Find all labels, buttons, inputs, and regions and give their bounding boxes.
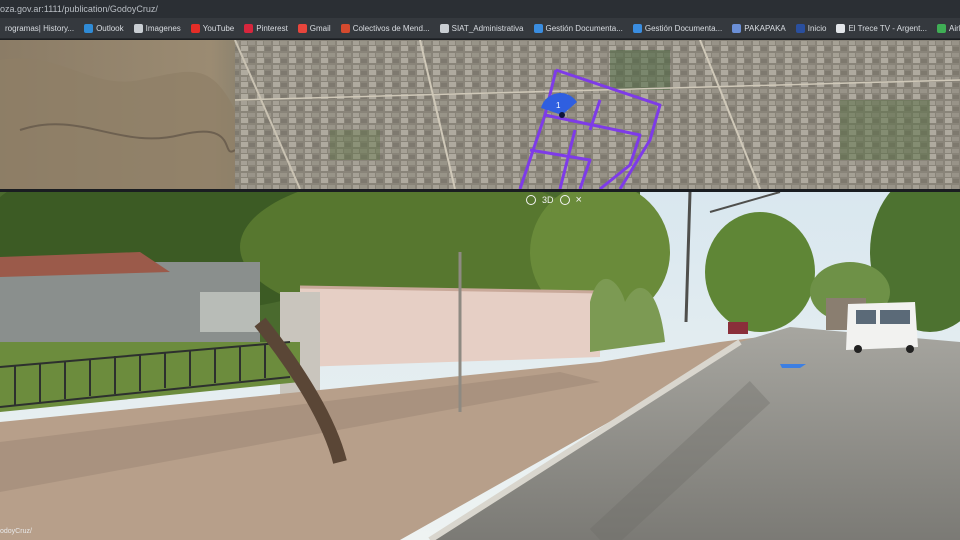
bookmarks-bar: rogramas| History... Outlook Imagenes YouTu… <box>0 18 960 39</box>
bookmark-label: Outlook <box>96 23 124 33</box>
document-icon <box>533 23 543 33</box>
bookmark-item[interactable]: rogramas| History... <box>0 18 79 38</box>
house-window-panel <box>200 292 260 332</box>
folder-icon <box>133 23 143 33</box>
van-wheel-right <box>906 345 914 353</box>
outlook-icon <box>84 23 94 33</box>
white-van <box>846 302 918 350</box>
bookmark-item[interactable]: Outlook <box>79 18 129 38</box>
bookmark-item[interactable]: Gestión Documenta... <box>529 18 628 38</box>
circle-icon[interactable] <box>559 195 570 205</box>
pinterest-icon <box>244 23 254 33</box>
folder-icon <box>439 23 449 33</box>
bookmark-item[interactable]: El Trece TV - Argent... <box>831 18 932 38</box>
bookmark-item[interactable]: Imagenes <box>129 18 186 38</box>
bookmark-label: Pinterest <box>256 23 288 33</box>
green-area-3 <box>330 130 380 160</box>
marker-label: 1 <box>556 101 561 110</box>
bookmark-label: Inicio <box>807 23 827 33</box>
bookmark-item[interactable]: Inicio <box>791 18 832 38</box>
bookmark-label: Gmail <box>309 23 331 33</box>
van-window-right <box>880 310 910 324</box>
close-button[interactable]: × <box>576 195 582 206</box>
green-area-2 <box>840 100 930 160</box>
url-text[interactable]: oza.gov.ar:1111/publication/GodoyCruz/ <box>0 4 158 14</box>
tree-right-1 <box>705 212 815 332</box>
home-icon <box>795 23 805 33</box>
bookmark-item[interactable]: Gmail <box>293 18 336 38</box>
bookmark-label: Gestión Documenta... <box>545 23 623 33</box>
bookmark-item[interactable]: PAKAPAKA <box>727 18 791 38</box>
tv-icon <box>836 23 846 33</box>
marker-dot <box>559 112 565 118</box>
info-circle-icon[interactable] <box>526 195 536 205</box>
address-bar[interactable]: oza.gov.ar:1111/publication/GodoyCruz/ <box>0 0 960 18</box>
bookmark-label: El Trece TV - Argent... <box>848 23 927 33</box>
bookmark-label: YouTube <box>202 23 235 33</box>
gmail-icon <box>297 23 307 33</box>
bookmark-label: AirDroid <box>949 23 960 33</box>
footer-url-label: odoyCruz/ <box>0 528 32 535</box>
brick-wall <box>300 287 600 367</box>
bookmark-item[interactable]: SIAT_Administrativa <box>435 18 529 38</box>
bookmark-label: SIAT_Administrativa <box>451 23 524 33</box>
bookmark-label: rogramas| History... <box>5 23 75 33</box>
bookmark-item[interactable]: Colectivos de Mend... <box>336 18 435 38</box>
bookmark-label: Gestión Documenta... <box>644 23 723 33</box>
red-car <box>728 322 748 334</box>
van-wheel-left <box>854 345 862 353</box>
van-window-left <box>856 310 876 324</box>
bookmark-item[interactable]: AirDroid <box>932 18 960 38</box>
youtube-icon <box>190 23 200 33</box>
bookmark-label: Colectivos de Mend... <box>352 23 430 33</box>
document-icon <box>632 23 642 33</box>
bookmark-item[interactable]: Pinterest <box>239 18 293 38</box>
airdroid-icon <box>937 23 946 33</box>
map-canvas[interactable]: 1 <box>0 40 960 189</box>
bus-icon <box>340 23 350 33</box>
pakapaka-icon <box>732 23 742 33</box>
3d-toggle-button[interactable]: 3D <box>542 195 554 205</box>
street-view-canvas[interactable] <box>0 192 960 540</box>
bookmark-label: Imagenes <box>145 23 181 33</box>
street-view-panel[interactable] <box>0 192 960 540</box>
green-area-1 <box>610 50 670 90</box>
bookmark-label: PAKAPAKA <box>744 23 786 33</box>
street-view-controls: 3D × <box>526 195 582 206</box>
bookmark-item[interactable]: YouTube <box>186 18 239 38</box>
bookmark-item[interactable]: Gestión Documenta... <box>628 18 727 38</box>
aerial-map[interactable]: 1 <box>0 40 960 189</box>
